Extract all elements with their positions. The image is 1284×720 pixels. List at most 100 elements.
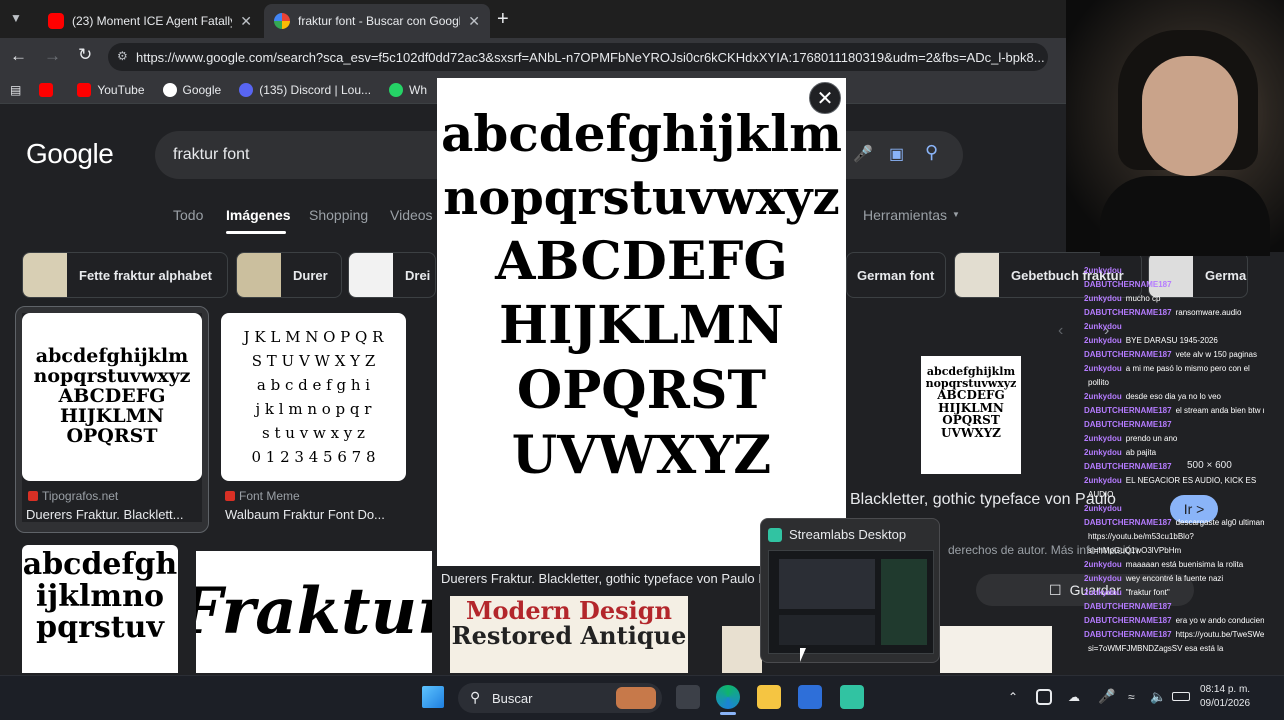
result-image[interactable]: Fraktur	[196, 551, 432, 673]
system-clock[interactable]: 08:14 p. m. 09/01/2026	[1200, 683, 1250, 711]
mic-icon[interactable]: 🎤	[853, 144, 873, 164]
back-icon[interactable]: ←	[10, 46, 27, 66]
youtube-icon	[77, 82, 92, 97]
forward-icon[interactable]: →	[44, 46, 61, 66]
chat-message: 2unkydou BYE DARASU 1945-2026	[1084, 334, 1264, 348]
chip-drei[interactable]: Drei	[348, 252, 436, 298]
address-bar[interactable]: ⚙ https://www.google.com/search?sca_esv=…	[108, 43, 1048, 71]
tray-app-icon[interactable]	[1036, 689, 1052, 705]
search-icon: ⚲	[470, 689, 481, 705]
chat-username: DABUTCHERNAME187	[1084, 630, 1172, 639]
panel-nav-left-icon[interactable]: ‹	[1058, 322, 1063, 340]
result-card[interactable]: abcdefghijklm nopqrstuvwxyz ABCDEFG HIJK…	[22, 313, 202, 522]
image-preview[interactable]: abcdefghijklm nopqrstuvwxyz ABCDEFG HIJK…	[437, 78, 846, 590]
chip-german-font[interactable]: German font	[846, 252, 946, 298]
chat-message: 2unkydou mucho cp	[1084, 292, 1264, 306]
windows-start-icon[interactable]	[422, 686, 444, 708]
chat-message: DABUTCHERNAME187 el stream anda bien btw …	[1084, 404, 1264, 418]
chat-username: 2unkydou	[1084, 476, 1122, 485]
result-card[interactable]: J K L M N O P Q R S T U V W X Y Z a b c …	[221, 313, 406, 522]
mouse-cursor	[800, 648, 806, 662]
tab-imagenes[interactable]: Imágenes	[226, 207, 291, 223]
chat-username: DABUTCHERNAME187	[1084, 616, 1172, 625]
volume-icon[interactable]: 🔈	[1150, 689, 1166, 705]
chat-text: a mi me pasó lo mismo pero con el	[1125, 364, 1250, 373]
chat-username: 2unkydou	[1084, 560, 1122, 569]
result-image[interactable]	[722, 626, 762, 673]
chevron-down-icon: ▼	[952, 210, 960, 219]
preview-lowercase-1: abcdefghijklm	[440, 104, 843, 163]
panel-image[interactable]: abcdefghijklm nopqrstuvwxyz ABCDEFG HIJK…	[921, 356, 1021, 474]
panel-title[interactable]: Blackletter, gothic typeface von Paulo	[850, 491, 1116, 509]
search-query: fraktur font	[173, 146, 250, 163]
chip-durer[interactable]: Durer	[236, 252, 342, 298]
google-icon	[274, 13, 290, 29]
bookmark-google[interactable]: Google	[162, 82, 221, 97]
bookmark-discord[interactable]: (135) Discord | Lou...	[239, 82, 371, 97]
chat-text: era yo w ando conduciendo	[1175, 616, 1264, 625]
battery-icon[interactable]	[1172, 692, 1190, 701]
chat-text: https://youtu.be/m53cu1bBlo?	[1088, 532, 1194, 541]
lens-icon[interactable]: ▣	[889, 144, 904, 164]
chat-username: DABUTCHERNAME187	[1084, 280, 1172, 289]
search-icon[interactable]: ⚲	[925, 142, 938, 163]
tray-chevron-icon[interactable]: ⌃	[1008, 690, 1018, 704]
store-icon[interactable]	[798, 685, 822, 709]
task-view-icon[interactable]	[676, 685, 700, 709]
chat-text: prendo un ano	[1125, 434, 1178, 443]
file-explorer-icon[interactable]	[757, 685, 781, 709]
close-tab-icon[interactable]: ✕	[468, 13, 480, 30]
reload-icon[interactable]: ↻	[78, 45, 92, 65]
wifi-icon[interactable]: ≈	[1128, 690, 1135, 704]
tab-youtube[interactable]: (23) Moment ICE Agent Fatally Sh ✕	[38, 4, 262, 38]
google-logo[interactable]: Google	[26, 138, 114, 170]
result-image[interactable]	[940, 626, 1052, 673]
chat-message: 2unkydou prendo un ano	[1084, 432, 1264, 446]
apps-icon[interactable]: ▤	[10, 83, 21, 97]
tab-videos[interactable]: Videos	[390, 207, 433, 223]
chat-text: BYE DARASU 1945-2026	[1125, 336, 1218, 345]
chat-text: maaaaan está buenisima la rolita	[1125, 560, 1244, 569]
site-info-icon[interactable]: ⚙	[117, 49, 128, 63]
chip-fette-fraktur[interactable]: Fette fraktur alphabet	[22, 252, 228, 298]
close-icon[interactable]: ✕	[809, 82, 841, 114]
streamlabs-taskbar-icon[interactable]	[840, 685, 864, 709]
chip-thumbnail	[23, 253, 67, 297]
result-caption[interactable]: Duerers Fraktur. Blacklett...	[26, 507, 202, 522]
edge-icon[interactable]	[716, 685, 740, 709]
result-image[interactable]: J K L M N O P Q R S T U V W X Y Z a b c …	[221, 313, 406, 481]
tab-todo[interactable]: Todo	[173, 207, 203, 223]
chat-message: 2unkydou ab pajita	[1084, 446, 1264, 460]
result-caption[interactable]: Walbaum Fraktur Font Do...	[225, 507, 406, 522]
result-image[interactable]: abcdefghijklm nopqrstuvwxyz ABCDEFG HIJK…	[22, 313, 202, 481]
tray-cloud-icon[interactable]: ☁	[1068, 690, 1080, 704]
tab-shopping[interactable]: Shopping	[309, 207, 368, 223]
chat-message: si=7oWMFJMBNDZagsSV esa está la	[1084, 642, 1264, 656]
preview-uppercase-2: HIJKLMN	[499, 295, 784, 357]
chat-message: DABUTCHERNAME187	[1084, 460, 1264, 474]
taskbar-search[interactable]: ⚲ Buscar	[458, 683, 662, 713]
mic-tray-icon[interactable]: 🎤	[1098, 688, 1115, 705]
result-image[interactable]: abcdefgh ijklmno pqrstuv	[22, 545, 178, 673]
tab-google[interactable]: fraktur font - Buscar con Google ✕	[264, 4, 490, 38]
bookmark-youtube-icon[interactable]	[39, 82, 59, 97]
new-tab-button[interactable]: +	[497, 8, 509, 31]
preview-uppercase-4: UVWXYZ	[511, 424, 772, 486]
chat-username: 2unkydou	[1084, 504, 1122, 513]
preview-uppercase-3: OPQRST	[516, 360, 767, 422]
active-app-indicator	[720, 712, 736, 715]
chat-message: si=hMpGuQ1wO3lVPbHm	[1084, 544, 1264, 558]
google-icon	[162, 82, 177, 97]
result-image[interactable]: Modern Design Restored Antique	[450, 596, 688, 673]
bookmark-youtube[interactable]: YouTube	[77, 82, 145, 97]
tab-search-icon[interactable]: ▼	[10, 11, 28, 29]
bookmark-whatsapp[interactable]: Wh	[389, 82, 427, 97]
chat-text: ransomware.audio	[1175, 308, 1242, 317]
streamlabs-thumbnail[interactable]	[768, 550, 934, 654]
chat-message: DABUTCHERNAME187 vete alv w 150 paginas	[1084, 348, 1264, 362]
tools-menu[interactable]: Herramientas	[863, 207, 947, 223]
chat-message: DABUTCHERNAME187 descargaste alg0 ultimam…	[1084, 516, 1264, 530]
chip-thumbnail	[955, 253, 999, 297]
chat-username: DABUTCHERNAME187	[1084, 462, 1172, 471]
close-tab-icon[interactable]: ✕	[240, 13, 252, 30]
